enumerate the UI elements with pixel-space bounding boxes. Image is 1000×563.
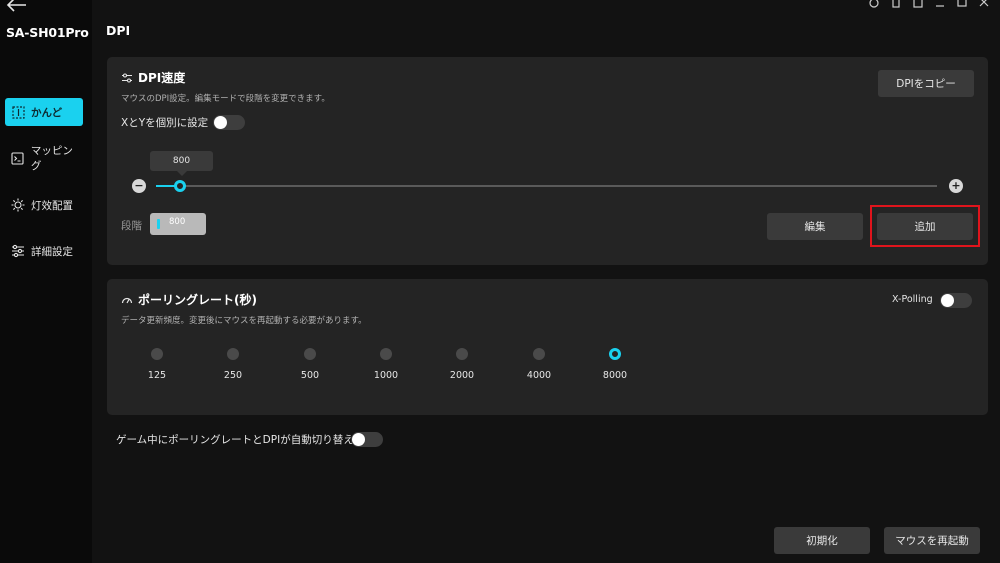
- polling-rate-label: 8000: [602, 370, 628, 381]
- polling-card-title-text: ポーリングレート(秒): [138, 293, 257, 307]
- radio-dot: [227, 348, 239, 360]
- sidebar: SA-SH01Pro かんど マッピング 灯效配置 詳細設定: [0, 0, 92, 563]
- radio-dot: [151, 348, 163, 360]
- sidebar-item-label: マッピング: [30, 145, 73, 172]
- polling-rate-option-250[interactable]: 250: [208, 348, 258, 392]
- minimize-icon[interactable]: [934, 0, 946, 7]
- polling-rate-label: 2000: [449, 370, 475, 381]
- light-sun-icon: [11, 198, 25, 212]
- copy-dpi-button[interactable]: DPIをコピー: [878, 70, 974, 97]
- restart-mouse-button[interactable]: マウスを再起動: [884, 527, 980, 554]
- back-arrow-icon[interactable]: [4, 0, 28, 14]
- polling-rate-option-500[interactable]: 500: [285, 348, 335, 392]
- polling-rate-label: 125: [147, 370, 167, 381]
- pin-icon[interactable]: [890, 0, 902, 8]
- radio-dot: [304, 348, 316, 360]
- polling-card-title: ポーリングレート(秒): [121, 291, 257, 308]
- close-icon[interactable]: [978, 0, 990, 7]
- dpi-increase-button[interactable]: +: [949, 179, 963, 193]
- radio-dot: [533, 348, 545, 360]
- edit-button[interactable]: 編集: [767, 213, 863, 240]
- radio-dot: [380, 348, 392, 360]
- radio-dot: [609, 348, 621, 360]
- polling-rate-label: 500: [300, 370, 320, 381]
- mapping-icon: [11, 151, 25, 165]
- settings-icon[interactable]: [868, 0, 880, 8]
- dpi-stage-chip[interactable]: 800: [150, 213, 206, 235]
- stage-color-marker: [157, 219, 160, 229]
- polling-rate-label: 1000: [373, 370, 399, 381]
- polling-rate-option-2000[interactable]: 2000: [437, 348, 487, 392]
- polling-rate-card: ポーリングレート(秒) データ更新頻度。変更後にマウスを再起動する必要があります…: [107, 279, 988, 415]
- dpi-tooltip-value: 800: [172, 156, 191, 166]
- stage-label: 段階: [121, 220, 142, 232]
- maximize-icon[interactable]: [956, 0, 968, 7]
- user-icon[interactable]: [912, 0, 924, 8]
- radio-dot: [456, 348, 468, 360]
- polling-rate-label: 4000: [526, 370, 552, 381]
- auto-switch-label: ゲーム中にポーリングレートとDPIが自動切り替え: [116, 434, 354, 446]
- dpi-decrease-button[interactable]: −: [132, 179, 146, 193]
- xy-separate-label: XとYを個別に設定: [121, 117, 209, 129]
- polling-rate-option-4000[interactable]: 4000: [514, 348, 564, 392]
- reset-button[interactable]: 初期化: [774, 527, 870, 554]
- dpi-slider-thumb[interactable]: [174, 180, 186, 192]
- page-title: DPI: [106, 23, 131, 38]
- dpi-slider[interactable]: [156, 180, 937, 192]
- dpi-speed-card: DPI速度 マウスのDPI設定。編集モードで段階を変更できます。 DPIをコピー…: [107, 57, 988, 265]
- dpi-card-title: DPI速度: [121, 69, 185, 86]
- sidebar-item-label: 詳細設定: [31, 245, 73, 258]
- dpi-card-title-text: DPI速度: [138, 71, 186, 85]
- dpi-card-description: マウスのDPI設定。編集モードで段階を変更できます。: [121, 94, 330, 104]
- add-button-highlight: [870, 205, 980, 247]
- sidebar-item-advanced[interactable]: 詳細設定: [5, 237, 83, 265]
- window-controls: [868, 0, 990, 8]
- sidebar-item-lighting[interactable]: 灯效配置: [5, 191, 83, 219]
- sidebar-item-label: 灯效配置: [31, 199, 73, 212]
- gauge-icon: [121, 297, 133, 303]
- polling-rate-option-8000[interactable]: 8000: [590, 348, 640, 392]
- dpi-grid-icon: [11, 105, 25, 119]
- dpi-settings-icon: [122, 73, 132, 82]
- device-name: SA-SH01Pro: [6, 25, 89, 40]
- stage-chip-value: 800: [169, 217, 186, 227]
- polling-card-description: データ更新頻度。変更後にマウスを再起動する必要があります。: [121, 316, 367, 326]
- sidebar-item-dpi[interactable]: かんど: [5, 98, 83, 126]
- sidebar-item-mapping[interactable]: マッピング: [5, 144, 83, 172]
- sidebar-item-label: かんど: [31, 106, 63, 119]
- xpolling-label: X-Polling: [892, 294, 933, 305]
- xy-separate-toggle[interactable]: [213, 115, 245, 130]
- polling-rate-option-125[interactable]: 125: [132, 348, 182, 392]
- polling-rate-option-1000[interactable]: 1000: [361, 348, 411, 392]
- xpolling-toggle[interactable]: [940, 293, 972, 308]
- dpi-value-tooltip: 800: [150, 151, 213, 176]
- sliders-icon: [11, 244, 25, 258]
- polling-rate-label: 250: [223, 370, 243, 381]
- auto-switch-toggle[interactable]: [351, 432, 383, 447]
